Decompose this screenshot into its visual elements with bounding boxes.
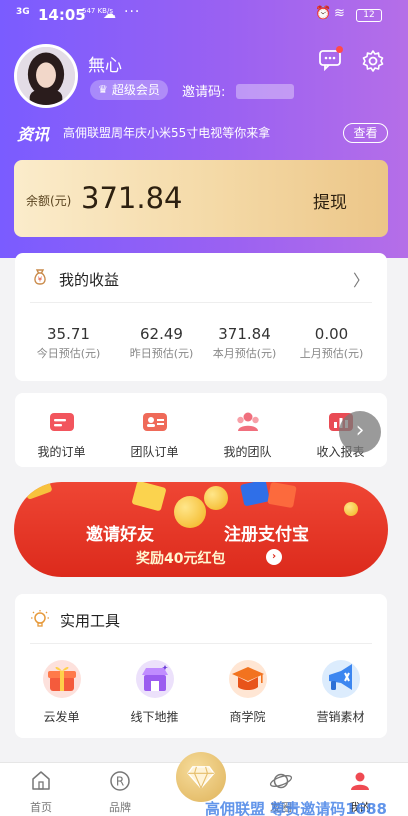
- username: 無心: [88, 56, 122, 76]
- earnings-title: 我的收益: [59, 271, 120, 289]
- invite-code-value[interactable]: [236, 84, 294, 99]
- member-level: 超级会员: [111, 83, 160, 97]
- tab-brand[interactable]: R 品牌: [90, 769, 150, 815]
- blue-envelope-decoration: [239, 482, 271, 507]
- stat-last-month: 0.00 上月预估(元): [285, 325, 378, 361]
- coin-decoration: [344, 502, 358, 516]
- news-tag: 资讯: [17, 125, 50, 144]
- diamond-icon: [187, 766, 215, 789]
- balance-value: 371.84: [81, 181, 183, 215]
- more-dots-icon: ···: [124, 4, 141, 20]
- avatar[interactable]: [14, 44, 78, 108]
- stat-label: 本月预估(元): [212, 347, 277, 360]
- tab-label: 品牌: [109, 801, 131, 814]
- tab-center-diamond[interactable]: [176, 752, 226, 802]
- offline-promo-button[interactable]: 线下地推: [108, 659, 201, 725]
- home-icon: [29, 769, 53, 793]
- business-school-button[interactable]: 商学院: [201, 659, 294, 725]
- banner-reward-text: 奖励40元红包: [136, 551, 226, 567]
- red-envelope-decoration: [21, 482, 53, 500]
- marketing-assets-button[interactable]: 营销素材: [294, 659, 387, 725]
- svg-text:R: R: [116, 775, 124, 789]
- scroll-right-button[interactable]: ›: [339, 411, 381, 453]
- orders-item-label: 团队订单: [130, 445, 179, 459]
- orders-card: 我的订单 团队订单 我的团队 收入报表: [15, 393, 387, 467]
- unread-dot: [336, 46, 343, 53]
- tool-label: 商学院: [229, 710, 266, 724]
- battery-icon: 12: [356, 9, 382, 22]
- profile-header: 3G 14:05 547 KB/s ☁ ··· ⏰ ≋ 12 無心 ♛ 超级会员…: [0, 0, 408, 258]
- stat-value: 371.84: [218, 325, 271, 343]
- stat-value: 35.71: [47, 325, 90, 343]
- chevron-right-icon[interactable]: 〉: [353, 267, 369, 291]
- invite-banner[interactable]: 邀请好友 注册支付宝 奖励40元红包 ›: [14, 482, 388, 577]
- stat-value: 0.00: [314, 325, 349, 343]
- earnings-card: ¥ 我的收益 〉 35.71 今日预估(元) 62.49 昨日预估(元) 371…: [15, 253, 387, 381]
- divider: [30, 643, 372, 644]
- order-icon: [49, 410, 75, 434]
- stat-label: 今日预估(元): [36, 347, 101, 360]
- my-orders-button[interactable]: 我的订单: [15, 410, 108, 460]
- alarm-icon: ⏰: [315, 6, 332, 21]
- lightbulb-icon: [31, 610, 49, 627]
- red-envelope-decoration: [131, 482, 167, 512]
- withdraw-button[interactable]: 提现: [313, 188, 347, 213]
- stat-value: 62.49: [140, 325, 183, 343]
- view-button[interactable]: 查看: [343, 123, 388, 143]
- tool-label: 线下地推: [130, 710, 179, 724]
- coin-decoration: [174, 496, 206, 528]
- graduation-cap-icon: [228, 659, 268, 699]
- banner-text-right: 注册支付宝: [224, 525, 309, 545]
- news-headline[interactable]: 高佣联盟周年庆小米55寸电视等你来拿: [63, 124, 270, 141]
- avatar-photo: [17, 47, 75, 105]
- watermark-text: 高佣联盟 尊贵邀请码1688: [205, 800, 387, 816]
- stat-label: 上月预估(元): [299, 347, 364, 360]
- wechat-icon: ☁: [103, 7, 116, 22]
- red-envelope-decoration: [267, 482, 297, 509]
- stat-this-month: 371.84 本月预估(元): [198, 325, 291, 361]
- tab-home[interactable]: 首页: [11, 769, 71, 815]
- svg-text:¥: ¥: [38, 276, 43, 284]
- clock: 14:05: [38, 6, 86, 24]
- team-icon: [235, 410, 261, 434]
- tab-label: 首页: [30, 801, 52, 814]
- gear-icon[interactable]: [361, 49, 385, 73]
- megaphone-icon: [321, 659, 361, 699]
- stat-today: 35.71 今日预估(元): [22, 325, 115, 361]
- stat-label: 昨日预估(元): [129, 347, 194, 360]
- cloud-post-button[interactable]: 云发单: [15, 659, 108, 725]
- wifi-icon: ≋: [334, 6, 345, 21]
- signal-indicator: 3G: [16, 7, 30, 17]
- banner-text-left: 邀请好友: [86, 525, 154, 545]
- stat-yesterday: 62.49 昨日预估(元): [115, 325, 208, 361]
- invite-code-label: 邀请码:: [182, 85, 226, 100]
- store-icon: [135, 659, 175, 699]
- arrow-right-icon: ›: [266, 549, 282, 565]
- balance-card: 余额(元) 371.84 提现: [14, 160, 388, 237]
- money-bag-icon: ¥: [34, 269, 46, 285]
- gift-icon: [42, 659, 82, 699]
- coin-decoration: [204, 486, 228, 510]
- team-order-icon: [142, 410, 168, 434]
- tools-title: 实用工具: [60, 612, 121, 630]
- orders-item-label: 我的订单: [37, 445, 86, 459]
- planet-icon: [269, 769, 293, 793]
- team-orders-button[interactable]: 团队订单: [108, 410, 201, 460]
- crown-icon: ♛: [98, 83, 108, 96]
- orders-item-label: 我的团队: [223, 445, 272, 459]
- tool-label: 营销素材: [316, 710, 365, 724]
- tool-label: 云发单: [43, 710, 80, 724]
- divider: [30, 302, 372, 303]
- status-bar: 3G 14:05 547 KB/s ☁ ··· ⏰ ≋ 12: [0, 0, 408, 34]
- tools-card: 实用工具 云发单 线下地推 商学院 营销素材: [15, 594, 387, 738]
- balance-label: 余额(元): [26, 194, 72, 208]
- brand-icon: R: [108, 769, 132, 793]
- my-team-button[interactable]: 我的团队: [201, 410, 294, 460]
- member-badge: ♛ 超级会员: [90, 80, 168, 100]
- profile-icon: [348, 769, 372, 793]
